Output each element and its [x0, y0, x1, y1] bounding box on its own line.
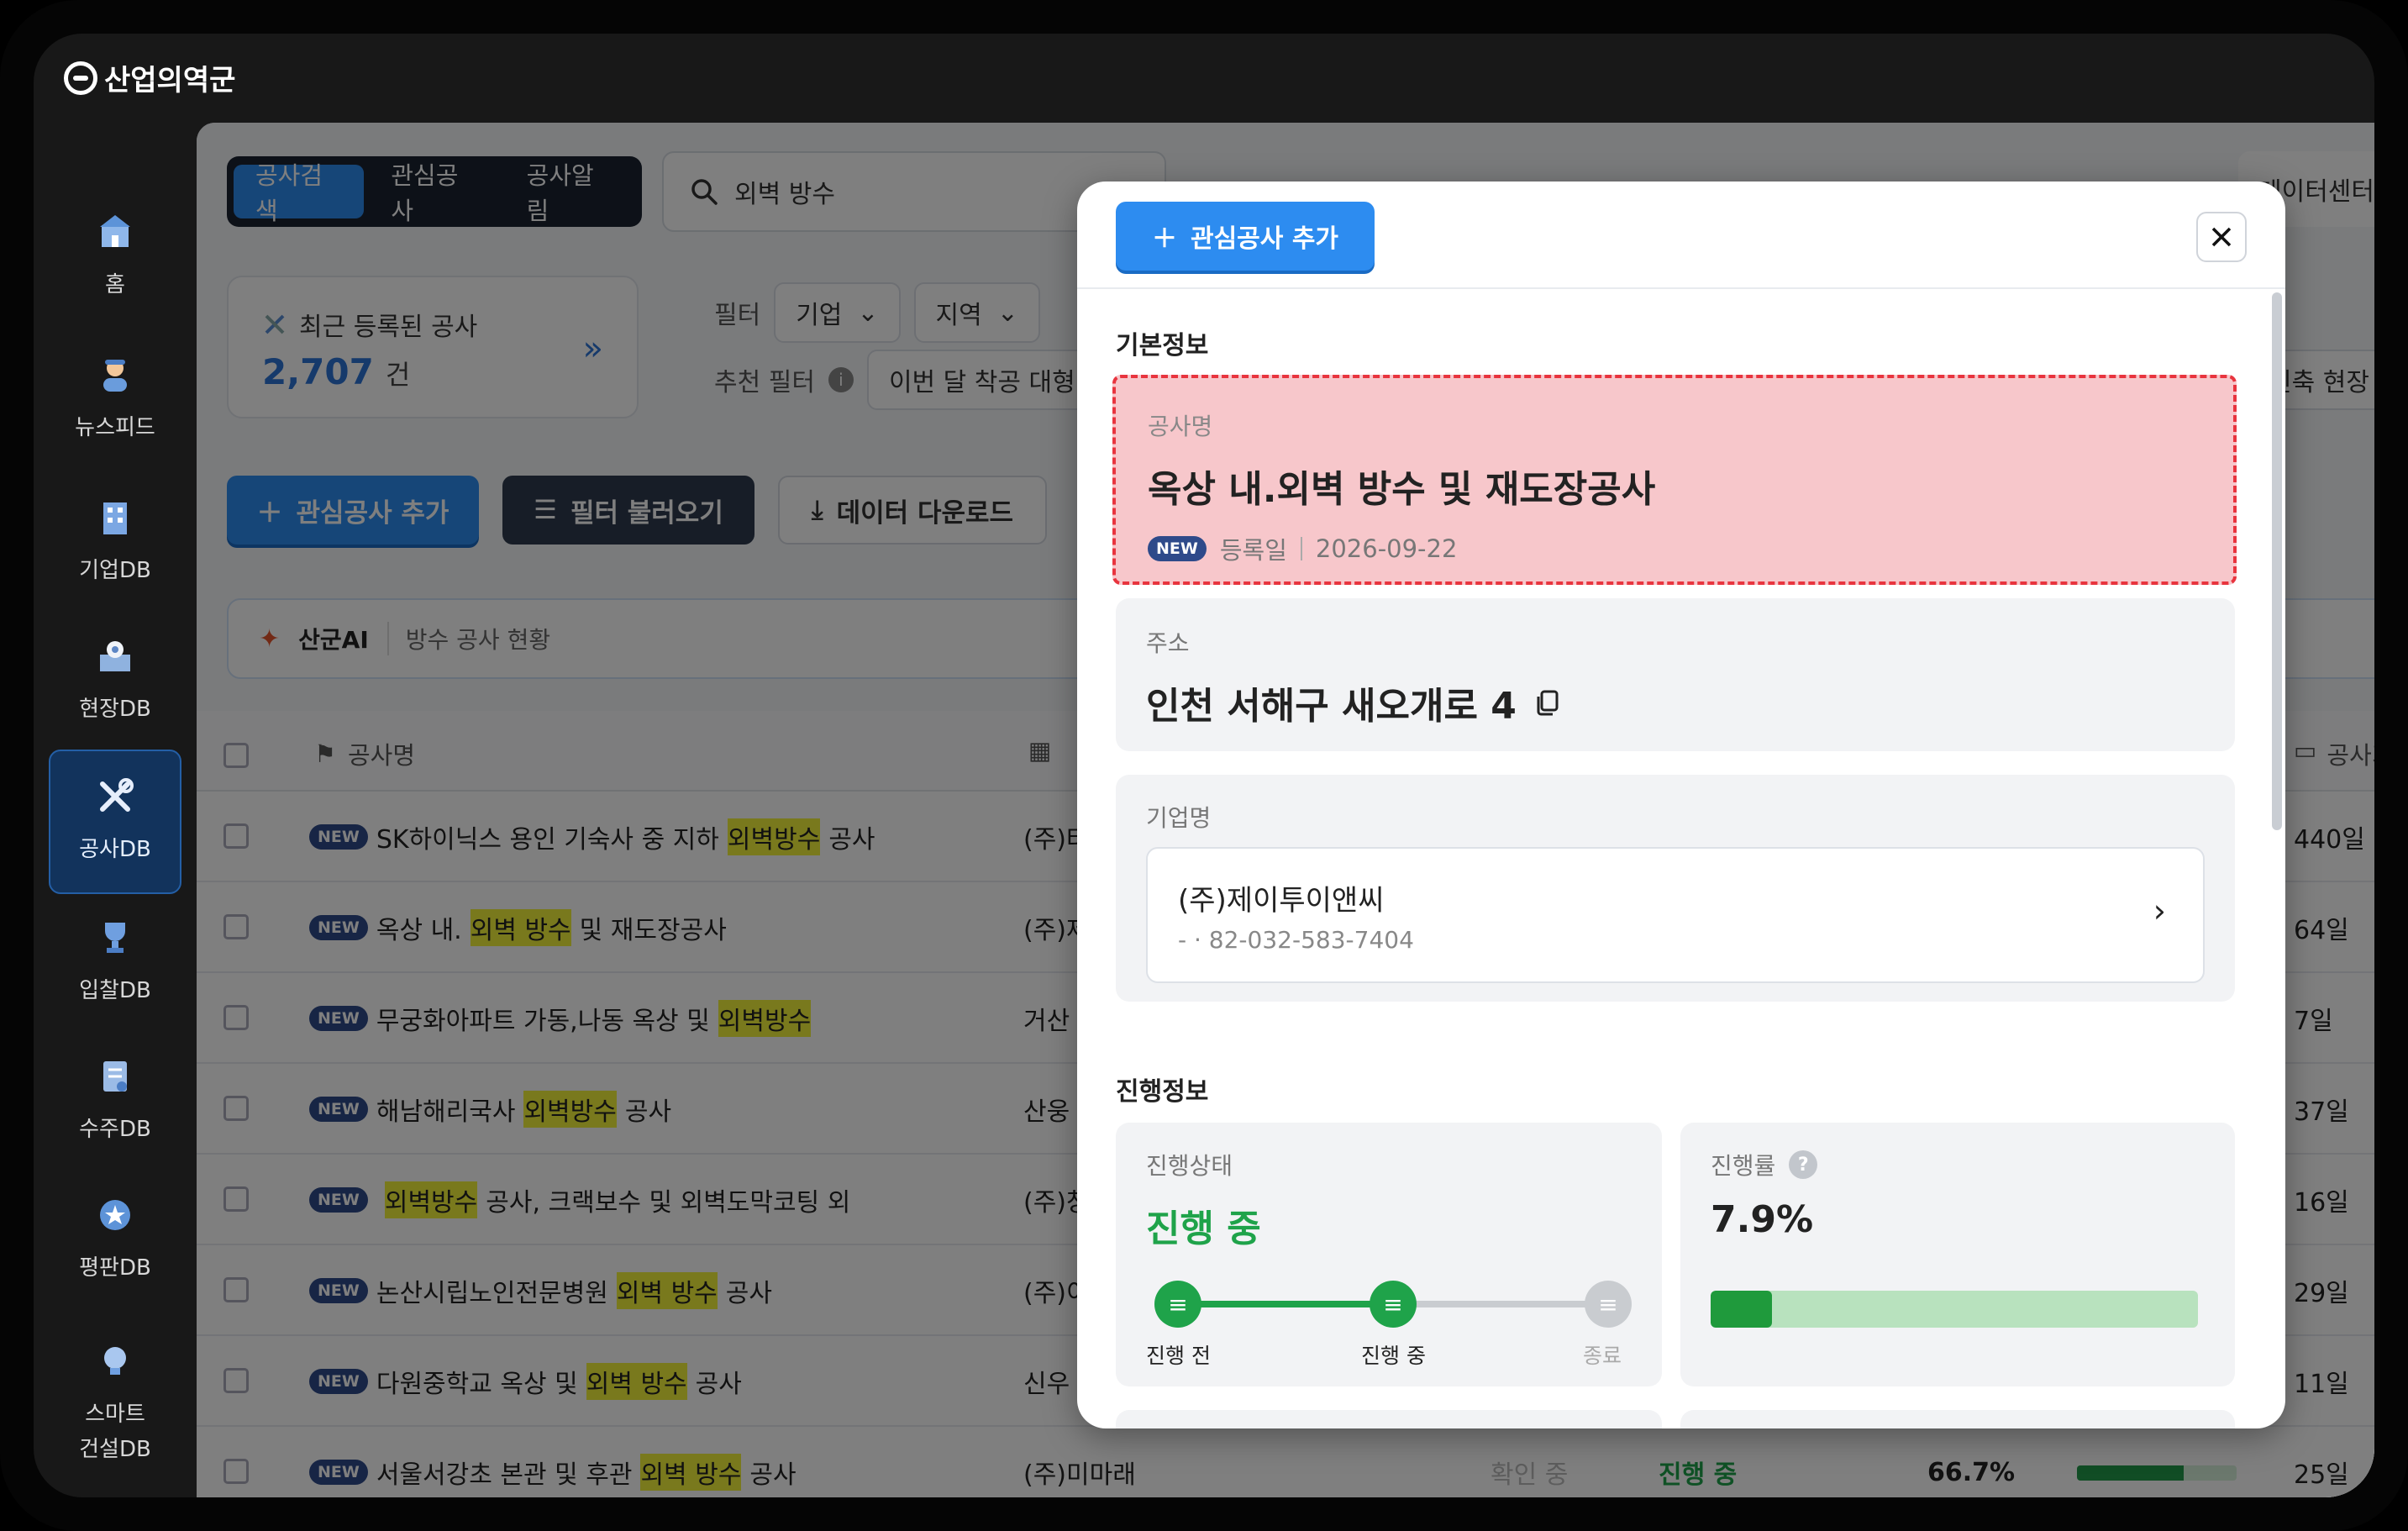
trophy-icon	[94, 917, 136, 959]
step-line-todo	[1390, 1301, 1605, 1307]
step-dot-end: ≡	[1585, 1281, 1632, 1328]
building-icon	[94, 497, 136, 539]
home-icon	[94, 211, 136, 253]
tools-icon	[94, 776, 136, 818]
sidebar-item-reputation-db[interactable]: 평판DB	[49, 1168, 181, 1313]
sidebar-item-home[interactable]: 홈	[49, 185, 181, 329]
plus-icon: ＋	[1151, 224, 1177, 254]
reg-date: 2026-09-22	[1315, 534, 1458, 563]
star-badge-icon	[94, 1194, 136, 1236]
logo-helmet-icon	[64, 61, 97, 95]
device-frame: 산업의역군 홈 뉴스피드 기업DB 현장DB 공사DB 입찰DB 수주DB 평판…	[0, 0, 2408, 1531]
close-icon	[2211, 227, 2232, 247]
sidebar-item-company-db[interactable]: 기업DB	[49, 471, 181, 615]
lightbulb-icon	[94, 1340, 136, 1382]
document-icon	[94, 1055, 136, 1097]
new-badge: NEW	[1148, 536, 1207, 561]
step-label-progress: 진행 중	[1361, 1344, 1426, 1368]
basic-info-title: 기본정보	[1116, 331, 1209, 360]
detail-modal: ＋ 관심공사 추가 기본정보 공사명 옥상 내.외벽 방수 및 재도장공사 NE…	[1077, 182, 2285, 1428]
name-value: 옥상 내.외벽 방수 및 재도장공사	[1148, 468, 1656, 511]
screen: 산업의역군 홈 뉴스피드 기업DB 현장DB 공사DB 입찰DB 수주DB 평판…	[34, 34, 2374, 1497]
modal-scrollbar[interactable]	[2272, 292, 2282, 830]
sidebar-item-smart-db[interactable]: 스마트 건설DB	[49, 1316, 181, 1492]
progress-info-title: 진행정보	[1116, 1077, 1209, 1107]
newsfeed-person-icon	[94, 354, 136, 396]
sidebar-item-construction-db[interactable]: 공사DB	[49, 750, 181, 894]
sidebar-item-site-db[interactable]: 현장DB	[49, 609, 181, 754]
rate-value: 7.9%	[1711, 1198, 1814, 1241]
copy-icon[interactable]	[1533, 688, 1562, 717]
app-logo[interactable]: 산업의역군	[64, 57, 235, 98]
step-dot-before: ≡	[1154, 1281, 1201, 1328]
rate-progress-bar	[1711, 1291, 2198, 1328]
rate-card: 진행률 ? 7.9%	[1680, 1123, 2235, 1386]
step-label-end: 종료	[1583, 1344, 1622, 1368]
construction-name-card: 공사명 옥상 내.외벽 방수 및 재도장공사 NEW 등록일 2026-09-2…	[1112, 375, 2237, 585]
modal-add-interest-button[interactable]: ＋ 관심공사 추가	[1116, 202, 1375, 271]
step-label-before: 진행 전	[1146, 1344, 1211, 1368]
help-icon[interactable]: ?	[1789, 1150, 1818, 1179]
company-caption: 기업명	[1146, 804, 1212, 832]
address-card: 주소 인천 서해구 새오개로 4	[1116, 598, 2235, 751]
company-name: (주)제이투이앤씨	[1178, 884, 1385, 918]
address-value: 인천 서해구 새오개로 4	[1146, 685, 1517, 728]
chevron-right-icon: ›	[2153, 892, 2166, 929]
divider	[1300, 537, 1302, 560]
sidebar-item-order-db[interactable]: 수주DB	[49, 1029, 181, 1174]
status-caption: 진행상태	[1146, 1152, 1233, 1180]
rate-progress-fill	[1711, 1291, 1773, 1328]
status-card: 진행상태 진행 중 ≡ ≡ ≡ 진행 전 진행 중 종료	[1116, 1123, 1662, 1386]
company-link[interactable]: (주)제이투이앤씨 - · 82-032-583-7404 ›	[1146, 847, 2205, 983]
company-card: 기업명 (주)제이투이앤씨 - · 82-032-583-7404 ›	[1116, 775, 2235, 1002]
sidebar-item-bid-db[interactable]: 입찰DB	[49, 891, 181, 1035]
reg-label: 등록일	[1219, 536, 1287, 565]
next-card-left	[1116, 1410, 1662, 1428]
next-card-right	[1680, 1410, 2235, 1428]
modal-header: ＋ 관심공사 추가	[1077, 182, 2285, 289]
company-phone: - · 82-032-583-7404	[1178, 926, 1414, 954]
sidebar: 홈 뉴스피드 기업DB 현장DB 공사DB 입찰DB 수주DB 평판DB 스마트…	[34, 118, 197, 1497]
status-value: 진행 중	[1146, 1207, 1261, 1250]
step-line-done	[1175, 1301, 1390, 1307]
rate-caption: 진행률	[1711, 1152, 1776, 1180]
step-dot-progress: ≡	[1370, 1281, 1417, 1328]
map-pin-icon	[94, 635, 136, 677]
close-button[interactable]	[2196, 212, 2247, 262]
sidebar-item-newsfeed[interactable]: 뉴스피드	[49, 328, 181, 472]
name-caption: 공사명	[1148, 413, 1213, 440]
address-caption: 주소	[1146, 629, 1190, 657]
logo-text: 산업의역군	[104, 64, 236, 97]
